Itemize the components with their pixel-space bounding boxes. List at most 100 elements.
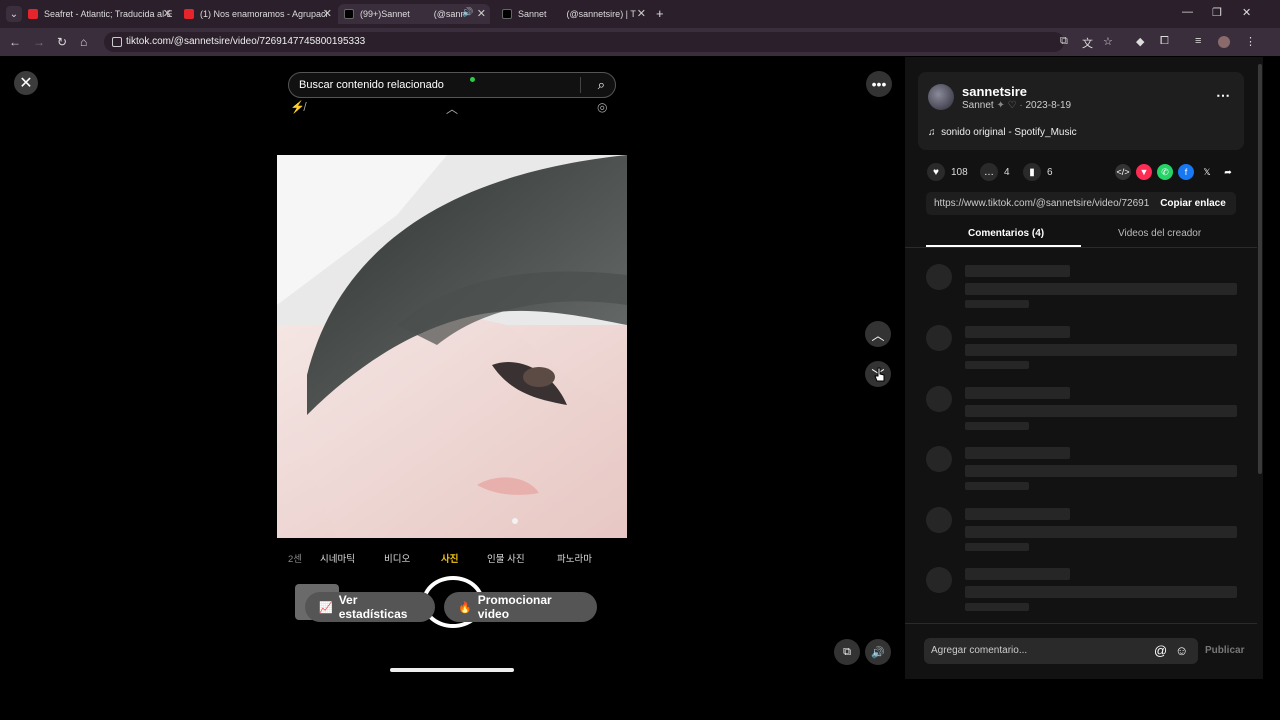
- translate-icon[interactable]: 文: [1082, 35, 1093, 51]
- x-twitter-icon[interactable]: 𝕏: [1199, 164, 1215, 180]
- comment-bubble-icon[interactable]: …: [980, 163, 998, 181]
- close-viewer-button[interactable]: ✕: [14, 71, 38, 95]
- tab-comments[interactable]: Comentarios (4): [968, 228, 1044, 239]
- tab-title: Seafret - Atlantic; Traducida al E: [44, 9, 172, 19]
- install-app-icon[interactable]: ⧉: [1060, 35, 1068, 48]
- post-comment-button[interactable]: Publicar: [1205, 645, 1244, 656]
- mention-at-icon[interactable]: @: [1154, 643, 1167, 658]
- home-icon[interactable]: ⌂: [80, 35, 87, 49]
- reload-icon[interactable]: ↻: [57, 35, 67, 49]
- floating-player-button[interactable]: ⧉: [834, 639, 860, 665]
- browser-tab[interactable]: Seafret - Atlantic; Traducida al E ✕: [28, 4, 172, 24]
- tab-creator-videos[interactable]: Videos del creador: [1118, 228, 1201, 239]
- close-tab-icon[interactable]: ✕: [163, 7, 172, 20]
- video-link-text: https://www.tiktok.com/@sannetsire/video…: [934, 198, 1158, 209]
- browser-menu-icon[interactable]: ⋮: [1245, 35, 1256, 48]
- profile-more-icon[interactable]: ⋯: [1216, 87, 1230, 104]
- skeleton-line: [965, 387, 1070, 399]
- comment-placeholder: Agregar comentario...: [931, 645, 1028, 656]
- bookmark-icon[interactable]: ▮: [1023, 163, 1041, 181]
- scrollbar-thumb[interactable]: [1258, 64, 1262, 474]
- browser-tab-active[interactable]: (99+)Sannet (@sann 🔊 ✕: [338, 4, 490, 24]
- avatar[interactable]: [928, 84, 954, 110]
- youtube-icon: [28, 9, 38, 19]
- skeleton-line: [965, 586, 1237, 598]
- browser-tab[interactable]: Sannet (@sannetsire) | T ✕: [502, 4, 646, 24]
- volume-button[interactable]: 🔊: [865, 639, 891, 665]
- tiktok-icon: [344, 9, 354, 19]
- hand-cursor-icon: [874, 367, 885, 382]
- skeleton-avatar: [926, 507, 952, 533]
- saves-value: 6: [1047, 166, 1053, 178]
- heart-icon[interactable]: ♥: [927, 163, 945, 181]
- forward-icon[interactable]: →: [33, 35, 45, 49]
- tab-search-chevron-icon[interactable]: ⌄: [6, 6, 22, 22]
- skeleton-line: [965, 361, 1029, 369]
- save-count[interactable]: ▮ 6: [1023, 163, 1053, 181]
- more-options-button[interactable]: •••: [866, 71, 892, 97]
- music-line[interactable]: ♫ sonido original - Spotify_Music: [928, 127, 1077, 138]
- comments-value: 4: [1004, 166, 1010, 178]
- skeleton-line: [965, 422, 1029, 430]
- profile-avatar-icon[interactable]: [1218, 36, 1230, 48]
- stats-chart-icon: 📈: [319, 601, 333, 614]
- post-date: 2023-8-19: [1025, 100, 1072, 111]
- youtube-icon: [184, 9, 194, 19]
- likes-value: 108: [951, 166, 968, 178]
- whatsapp-icon[interactable]: ✆: [1157, 164, 1173, 180]
- extension-diamond-icon[interactable]: ◆: [1136, 35, 1144, 48]
- camera-mode: 인물 사진: [487, 554, 525, 565]
- comment-count[interactable]: … 4: [980, 163, 1010, 181]
- browser-tab[interactable]: (1) Nos enamoramos - Agrupaci ✕: [184, 4, 332, 24]
- skeleton-line: [965, 405, 1237, 417]
- send-to-friend-icon[interactable]: ▼: [1136, 164, 1152, 180]
- site-info-icon[interactable]: [112, 37, 122, 47]
- promote-video-button[interactable]: 🔥 Promocionar video: [444, 592, 597, 622]
- reading-list-icon[interactable]: ≡: [1195, 35, 1201, 47]
- tab-title: (99+)Sannet: [360, 9, 410, 19]
- emoji-icon[interactable]: ☺: [1175, 643, 1188, 658]
- divider: [580, 77, 581, 93]
- camera-mode: 파노라마: [557, 554, 592, 565]
- previous-video-button[interactable]: ︿: [865, 321, 891, 347]
- new-tab-icon[interactable]: +: [656, 6, 664, 21]
- close-window-icon[interactable]: ✕: [1242, 6, 1251, 19]
- tab-title-suffix: (@sannetsire) | T: [566, 9, 636, 19]
- view-stats-label: Ver estadísticas: [338, 593, 408, 621]
- search-icon[interactable]: ⌕: [598, 73, 605, 97]
- view-stats-button[interactable]: 📈 Ver estadísticas: [305, 592, 435, 622]
- close-tab-icon[interactable]: ✕: [637, 7, 646, 20]
- extensions-puzzle-icon[interactable]: ⧠: [1160, 35, 1169, 48]
- back-icon[interactable]: ←: [9, 35, 21, 49]
- skeleton-line: [965, 526, 1237, 538]
- copy-link-button[interactable]: Copiar enlace: [1150, 192, 1236, 215]
- camera-mode: 시네마틱: [320, 554, 355, 565]
- facebook-icon[interactable]: f: [1178, 164, 1194, 180]
- tab-title: Sannet: [518, 9, 547, 19]
- status-dot: [470, 77, 475, 82]
- close-tab-icon[interactable]: ✕: [477, 7, 486, 20]
- skeleton-line: [965, 283, 1237, 295]
- url-bar[interactable]: tiktok.com/@sannetsire/video/72691477458…: [104, 32, 1064, 52]
- audio-playing-icon[interactable]: 🔊: [462, 7, 473, 18]
- share-arrow-icon[interactable]: ➦: [1220, 164, 1236, 180]
- skeleton-avatar: [926, 446, 952, 472]
- skeleton-avatar: [926, 386, 952, 412]
- close-tab-icon[interactable]: ✕: [323, 7, 332, 20]
- skeleton-line: [965, 265, 1070, 277]
- flash-off-icon: ⚡̸: [290, 100, 305, 114]
- related-search-input[interactable]: Buscar contenido relacionado ⌕: [288, 72, 616, 98]
- embed-code-icon[interactable]: </>: [1115, 164, 1131, 180]
- minimize-icon[interactable]: —: [1182, 6, 1193, 18]
- skeleton-line: [965, 447, 1070, 459]
- tab-title-suffix: (@sann: [433, 9, 466, 19]
- restore-icon[interactable]: ❐: [1212, 6, 1222, 19]
- bookmark-star-icon[interactable]: ☆: [1103, 35, 1113, 48]
- url-text: tiktok.com/@sannetsire/video/72691477458…: [126, 36, 366, 47]
- like-count[interactable]: ♥ 108: [927, 163, 968, 181]
- camera-mode: 비디오: [384, 554, 411, 565]
- skeleton-line: [965, 300, 1029, 308]
- home-indicator: [390, 668, 514, 672]
- creator-username[interactable]: sannetsire: [962, 84, 1027, 99]
- creator-nickname-line: Sannet ✦ ♡ · 2023-8-19: [962, 100, 1071, 111]
